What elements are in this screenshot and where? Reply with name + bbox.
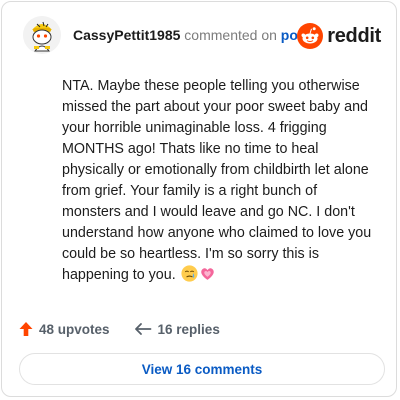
comment-text: NTA. Maybe these people telling you othe… <box>62 78 372 283</box>
upvote-count: 48 upvotes <box>39 321 110 337</box>
author-line: CassyPettit1985 commented on post <box>73 27 310 43</box>
reddit-brand[interactable]: reddit <box>297 21 381 51</box>
comment-header: CassyPettit1985 commented on post reddit <box>16 14 382 56</box>
reddit-wordmark: reddit <box>327 24 381 47</box>
author-name[interactable]: CassyPettit1985 <box>73 27 180 43</box>
upvote-stat[interactable]: 48 upvotes <box>19 321 110 337</box>
comment-body: NTA. Maybe these people telling you othe… <box>62 76 377 286</box>
reply-count: 16 replies <box>157 321 220 337</box>
user-avatar[interactable] <box>23 16 61 54</box>
action-text: commented on <box>184 27 277 43</box>
comment-stats: 48 upvotes 16 replies <box>19 319 220 339</box>
upvote-arrow-icon <box>19 322 33 336</box>
crying-face-emoji-icon <box>181 265 198 282</box>
snoo-avatar-icon <box>23 16 61 54</box>
comment-card: CassyPettit1985 commented on post reddit… <box>1 1 397 397</box>
view-comments-button[interactable]: View 16 comments <box>19 353 385 385</box>
reply-arrow-icon <box>134 323 151 335</box>
growing-heart-emoji-icon <box>200 268 214 280</box>
reddit-logo-icon <box>297 23 324 49</box>
replies-stat[interactable]: 16 replies <box>134 322 220 337</box>
